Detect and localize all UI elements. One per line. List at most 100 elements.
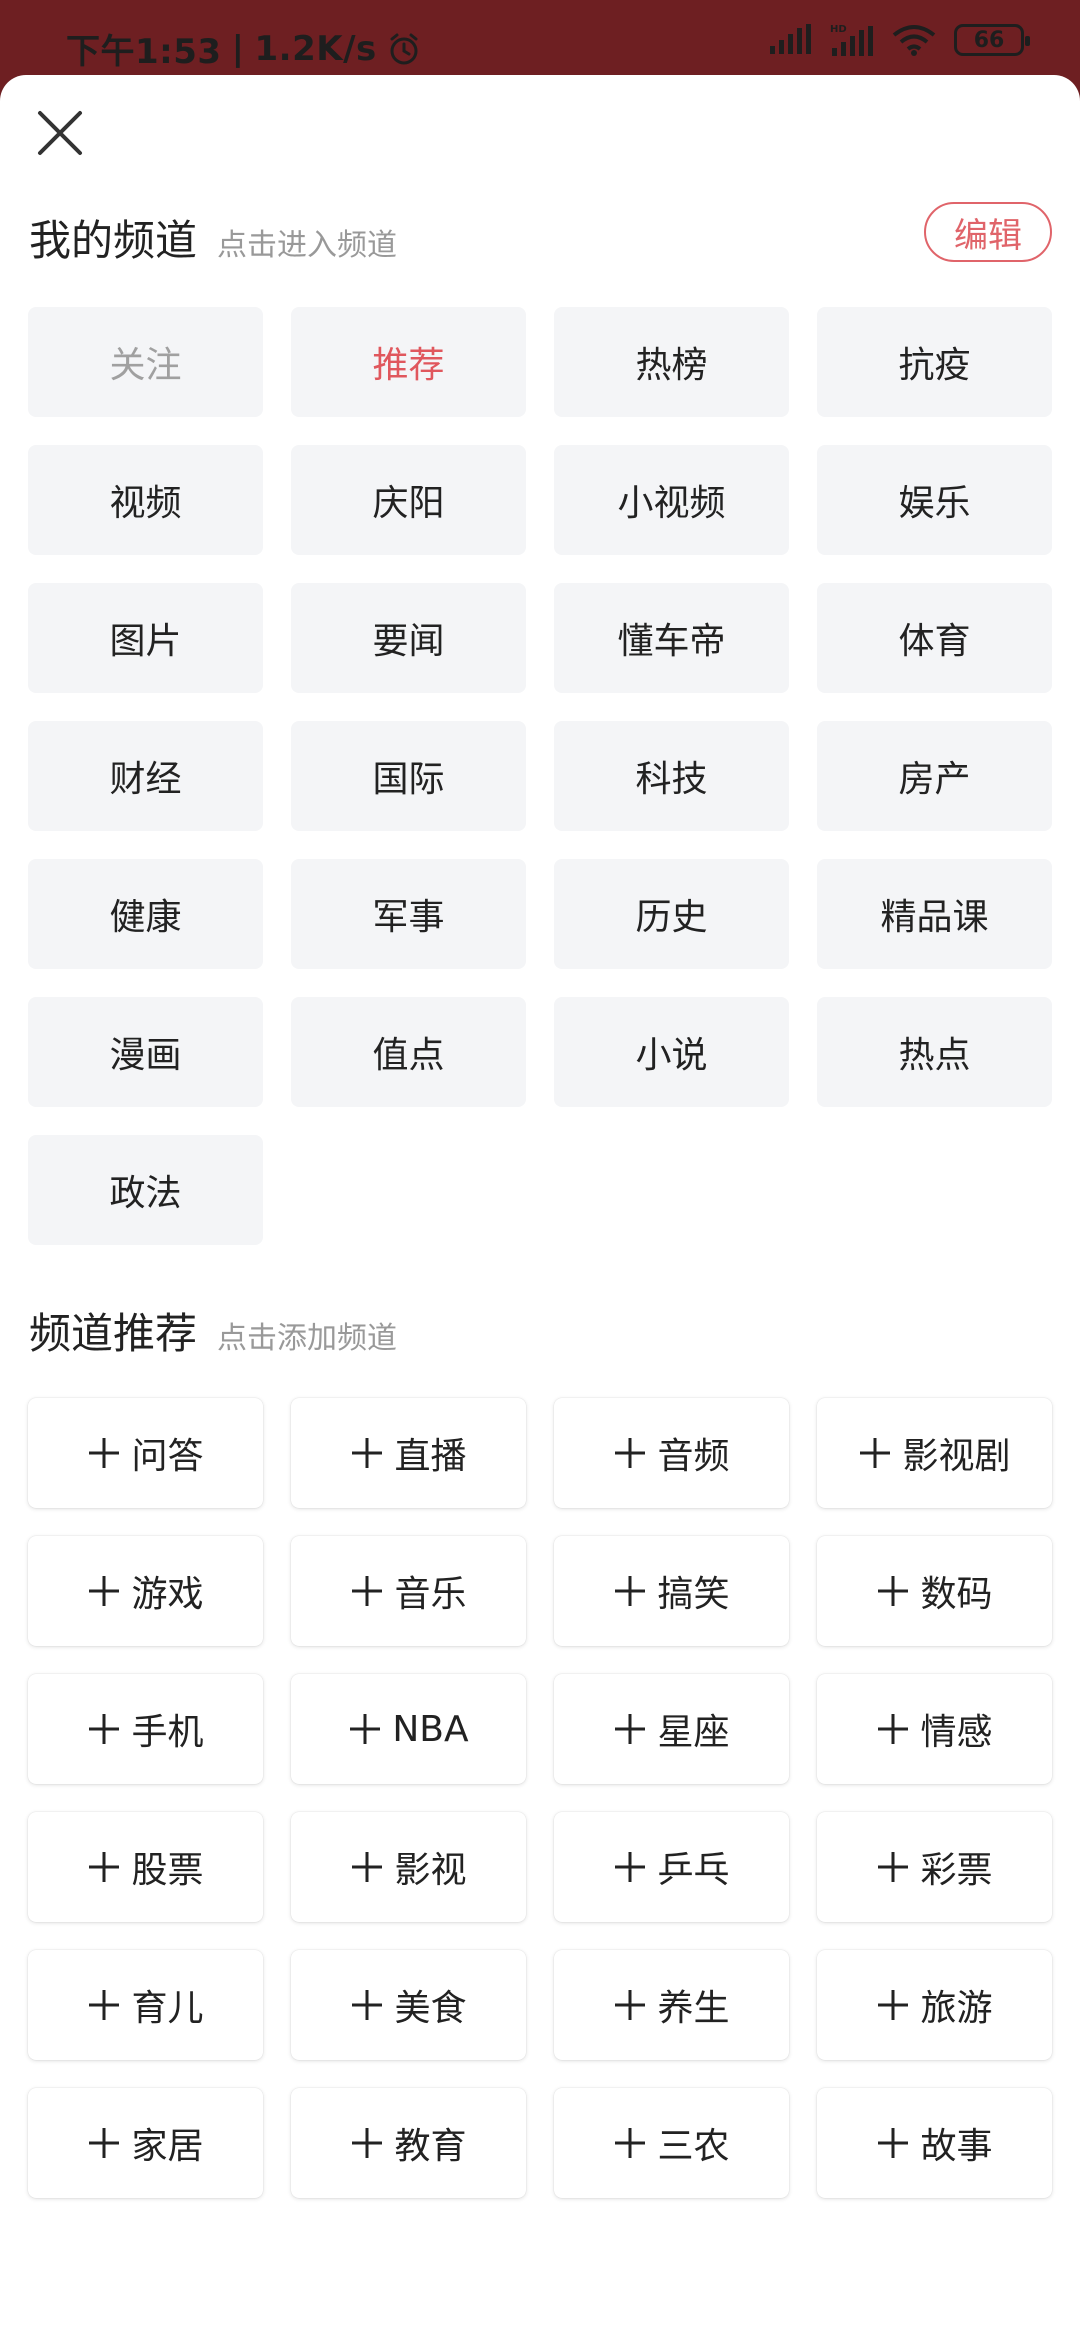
my-channel-chip[interactable]: 小说 [554,997,789,1107]
my-channel-chip[interactable]: 科技 [554,721,789,831]
add-channel-label: 影视 [394,1850,467,1891]
add-channel-label: 养生 [657,1988,730,2029]
add-channel-button[interactable]: 影视 [291,1812,526,1922]
my-channel-chip[interactable]: 体育 [817,583,1052,693]
add-channel-button[interactable]: 直播 [291,1398,526,1508]
add-channel-label: 星座 [657,1712,730,1753]
my-channel-chip[interactable]: 要闻 [291,583,526,693]
close-icon [38,111,82,155]
wifi-icon [892,25,936,56]
my-channel-chip[interactable]: 热榜 [554,307,789,417]
plus-icon [878,1576,909,1606]
add-channel-label: 家居 [131,2126,204,2167]
my-channel-chip[interactable]: 军事 [291,859,526,969]
plus-icon [878,1714,909,1744]
recommended-channels-header: 频道推荐 点击添加频道 [29,1300,397,1361]
my-channel-chip[interactable]: 视频 [28,445,263,555]
plus-icon [350,1714,381,1744]
add-channel-button[interactable]: 彩票 [817,1812,1052,1922]
edit-button[interactable]: 编辑 [924,202,1052,262]
plus-icon [89,2128,120,2158]
add-channel-label: 手机 [131,1712,204,1753]
my-channel-chip[interactable]: 国际 [291,721,526,831]
my-channel-chip[interactable]: 庆阳 [291,445,526,555]
add-channel-button[interactable]: 影视剧 [817,1398,1052,1508]
add-channel-button[interactable]: 手机 [28,1674,263,1784]
add-channel-label: 情感 [920,1712,993,1753]
plus-icon [89,1438,120,1468]
status-network-speed: 1.2K/s [254,28,377,69]
add-channel-button[interactable]: 问答 [28,1398,263,1508]
plus-icon [352,1576,383,1606]
recommended-channels-title: 频道推荐 [29,1309,198,1358]
plus-icon [89,1576,120,1606]
add-channel-label: 彩票 [920,1850,993,1891]
plus-icon [615,1990,646,2020]
plus-icon [878,1990,909,2020]
my-channel-chip[interactable]: 抗疫 [817,307,1052,417]
add-channel-button[interactable]: 育儿 [28,1950,263,2060]
add-channel-button[interactable]: 音频 [554,1398,789,1508]
my-channel-chip[interactable]: 健康 [28,859,263,969]
add-channel-button[interactable]: 三农 [554,2088,789,2198]
add-channel-button[interactable]: 养生 [554,1950,789,2060]
status-right: HD 66 [768,22,1030,58]
plus-icon [615,1714,646,1744]
my-channel-chip[interactable]: 热点 [817,997,1052,1107]
my-channel-chip[interactable]: 政法 [28,1135,263,1245]
add-channel-button[interactable]: 美食 [291,1950,526,2060]
signal-icon [770,24,811,54]
plus-icon [878,1852,909,1882]
my-channel-chip[interactable]: 财经 [28,721,263,831]
my-channels-title: 我的频道 [29,216,198,265]
add-channel-button[interactable]: 搞笑 [554,1536,789,1646]
hd-signal-icon: HD [830,24,873,56]
my-channel-chip[interactable]: 漫画 [28,997,263,1107]
add-channel-button[interactable]: 乒乓 [554,1812,789,1922]
plus-icon [352,1990,383,2020]
add-channel-button[interactable]: 家居 [28,2088,263,2198]
my-channel-chip[interactable]: 推荐 [291,307,526,417]
plus-icon [615,1852,646,1882]
add-channel-label: 音频 [657,1436,730,1477]
plus-icon [89,1714,120,1744]
plus-icon [878,2128,909,2158]
add-channel-label: 游戏 [131,1574,204,1615]
battery-icon: 66 [954,24,1030,56]
add-channel-button[interactable]: 音乐 [291,1536,526,1646]
my-channel-chip[interactable]: 精品课 [817,859,1052,969]
my-channel-chip[interactable]: 娱乐 [817,445,1052,555]
my-channel-chip[interactable]: 小视频 [554,445,789,555]
add-channel-button[interactable]: 教育 [291,2088,526,2198]
add-channel-button[interactable]: 故事 [817,2088,1052,2198]
add-channel-button[interactable]: NBA [291,1674,526,1784]
add-channel-label: NBA [392,1708,469,1750]
close-button[interactable] [32,105,88,161]
add-channel-button[interactable]: 游戏 [28,1536,263,1646]
add-channel-button[interactable]: 星座 [554,1674,789,1784]
my-channel-chip[interactable]: 值点 [291,997,526,1107]
plus-icon [352,1438,383,1468]
status-time: 下午1:53 [66,32,222,72]
my-channels-grid: 关注 推荐 热榜 抗疫视频 庆阳 小视频 娱乐图片 要闻 懂车帝 体育财经 国际 科技 房产健康 军事 历史… [28,307,1052,1245]
my-channel-chip[interactable]: 房产 [817,721,1052,831]
add-channel-button[interactable]: 数码 [817,1536,1052,1646]
status-left: 下午1:53 | 1.2K/s [66,24,421,73]
channel-sheet: 我的频道 点击进入频道 编辑 关注 推荐 热榜 抗疫 视频 庆阳 小视频 娱乐 图片 要闻 懂车帝体… [0,75,1080,2340]
plus-icon [89,1852,120,1882]
add-channel-button[interactable]: 情感 [817,1674,1052,1784]
battery-level: 66 [973,27,1005,53]
plus-icon [615,2128,646,2158]
plus-icon [352,1852,383,1882]
my-channel-chip[interactable]: 图片 [28,583,263,693]
add-channel-label: 音乐 [394,1574,467,1615]
recommended-channels-grid: 问答 直播 音频 影视剧游戏 音乐 搞笑 数码手机 NBA 星座 情感股票 影视 乒乓 彩票育儿 美食 养生… [28,1398,1052,2198]
add-channel-button[interactable]: 旅游 [817,1950,1052,2060]
plus-icon [352,2128,383,2158]
status-separator: | [231,28,245,69]
my-channel-chip[interactable]: 关注 [28,307,263,417]
plus-icon [860,1438,891,1468]
my-channel-chip[interactable]: 懂车帝 [554,583,789,693]
my-channel-chip[interactable]: 历史 [554,859,789,969]
add-channel-button[interactable]: 股票 [28,1812,263,1922]
